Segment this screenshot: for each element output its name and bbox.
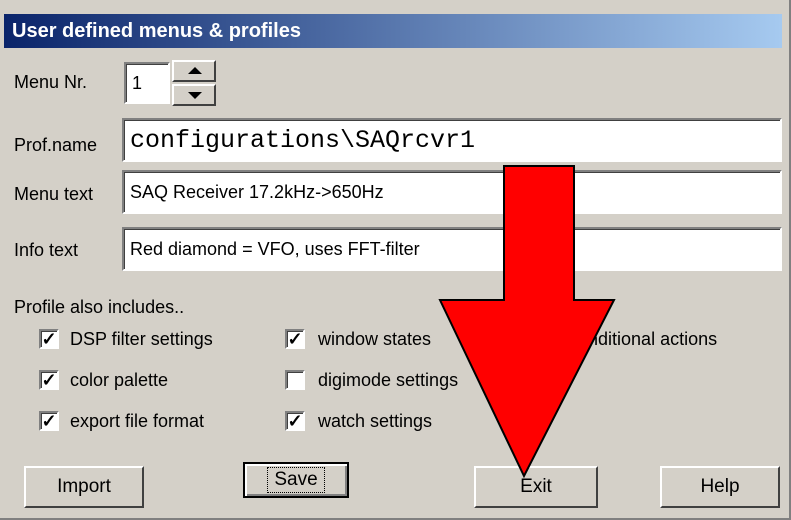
menu-text-input[interactable]: SAQ Receiver 17.2kHz->650Hz: [122, 170, 782, 214]
window-states-checkbox[interactable]: ✓: [285, 329, 305, 349]
color-palette-checkbox[interactable]: ✓: [39, 370, 59, 390]
menu-nr-label: Menu Nr.: [14, 72, 88, 92]
digimode-checkbox[interactable]: [285, 370, 305, 390]
save-button[interactable]: Save: [243, 462, 349, 498]
import-label: Import: [57, 476, 111, 497]
info-text-label: Info text: [14, 240, 79, 260]
color-palette-label: color palette: [70, 370, 169, 390]
help-label: Help: [700, 476, 740, 497]
export-format-label: export file format: [70, 411, 205, 431]
exit-button[interactable]: Exit: [474, 466, 598, 508]
menu-nr-input[interactable]: 1: [124, 62, 170, 104]
watch-settings-checkbox[interactable]: ✓: [285, 411, 305, 431]
prof-name-input[interactable]: configurations\SAQrcvr1: [122, 118, 782, 162]
import-button[interactable]: Import: [24, 466, 144, 508]
dsp-filter-label: DSP filter settings: [70, 329, 213, 349]
digimode-label: digimode settings: [318, 370, 459, 390]
conditional-actions-label: onditional actions: [578, 329, 718, 349]
prof-name-label: Prof.name: [14, 135, 98, 155]
menu-nr-spinner: [172, 60, 216, 106]
dialog-title: User defined menus & profiles: [4, 14, 782, 48]
profiles-dialog: User defined menus & profiles Menu Nr. 1…: [0, 0, 791, 520]
down-arrow-icon: [188, 92, 202, 99]
help-button[interactable]: Help: [660, 466, 780, 508]
info-text-input[interactable]: Red diamond = VFO, uses FFT-filter: [122, 227, 782, 271]
menu-text-label: Menu text: [14, 184, 94, 204]
window-states-label: window states: [318, 329, 432, 349]
spin-down-button[interactable]: [172, 84, 216, 106]
spin-up-button[interactable]: [172, 60, 216, 82]
export-format-checkbox[interactable]: ✓: [39, 411, 59, 431]
up-arrow-icon: [188, 67, 202, 74]
includes-heading: Profile also includes..: [14, 297, 185, 317]
save-label: Save: [267, 467, 325, 493]
exit-label: Exit: [520, 476, 552, 497]
watch-settings-label: watch settings: [318, 411, 433, 431]
dsp-filter-checkbox[interactable]: ✓: [39, 329, 59, 349]
